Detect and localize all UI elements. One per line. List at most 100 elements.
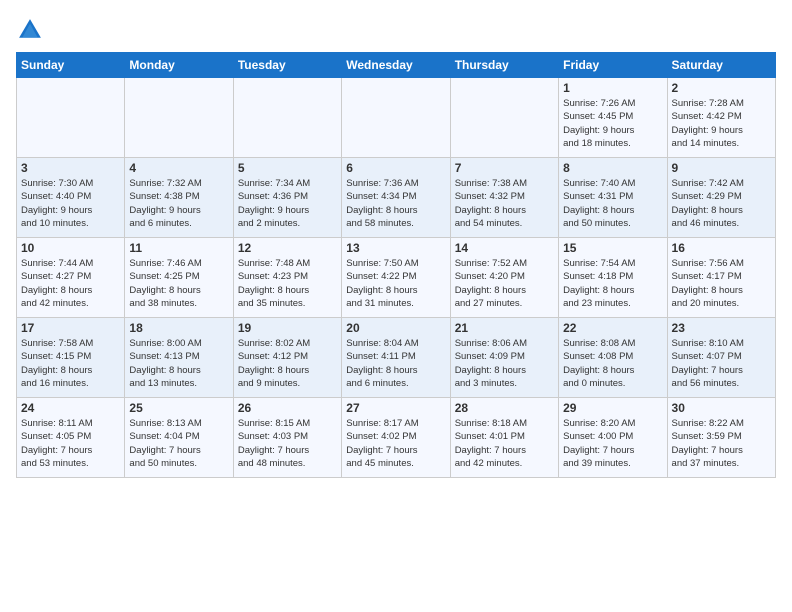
day-info: Sunrise: 7:40 AM Sunset: 4:31 PM Dayligh…: [563, 177, 662, 230]
day-number: 10: [21, 241, 120, 255]
weekday-header-row: SundayMondayTuesdayWednesdayThursdayFrid…: [17, 53, 776, 78]
day-number: 9: [672, 161, 771, 175]
day-info: Sunrise: 8:20 AM Sunset: 4:00 PM Dayligh…: [563, 417, 662, 470]
day-number: 23: [672, 321, 771, 335]
calendar-cell: 13 Sunrise: 7:50 AM Sunset: 4:22 PM Dayli…: [342, 238, 450, 318]
calendar-cell: 7 Sunrise: 7:38 AM Sunset: 4:32 PM Daylig…: [450, 158, 558, 238]
calendar-cell: 9 Sunrise: 7:42 AM Sunset: 4:29 PM Daylig…: [667, 158, 775, 238]
weekday-header: Monday: [125, 53, 233, 78]
calendar-cell: 2 Sunrise: 7:28 AM Sunset: 4:42 PM Daylig…: [667, 78, 775, 158]
day-info: Sunrise: 8:13 AM Sunset: 4:04 PM Dayligh…: [129, 417, 228, 470]
calendar-cell: [17, 78, 125, 158]
calendar-table: SundayMondayTuesdayWednesdayThursdayFrid…: [16, 52, 776, 478]
calendar-cell: 28 Sunrise: 8:18 AM Sunset: 4:01 PM Dayli…: [450, 398, 558, 478]
day-info: Sunrise: 7:46 AM Sunset: 4:25 PM Dayligh…: [129, 257, 228, 310]
day-info: Sunrise: 7:28 AM Sunset: 4:42 PM Dayligh…: [672, 97, 771, 150]
calendar-cell: 6 Sunrise: 7:36 AM Sunset: 4:34 PM Daylig…: [342, 158, 450, 238]
calendar-week-row: 1 Sunrise: 7:26 AM Sunset: 4:45 PM Daylig…: [17, 78, 776, 158]
weekday-header: Sunday: [17, 53, 125, 78]
day-number: 17: [21, 321, 120, 335]
day-number: 3: [21, 161, 120, 175]
day-number: 18: [129, 321, 228, 335]
day-info: Sunrise: 7:48 AM Sunset: 4:23 PM Dayligh…: [238, 257, 337, 310]
calendar-cell: 24Sunrise: 8:11 AM Sunset: 4:05 PM Dayli…: [17, 398, 125, 478]
day-info: Sunrise: 7:34 AM Sunset: 4:36 PM Dayligh…: [238, 177, 337, 230]
day-info: Sunrise: 8:08 AM Sunset: 4:08 PM Dayligh…: [563, 337, 662, 390]
calendar-cell: 1 Sunrise: 7:26 AM Sunset: 4:45 PM Daylig…: [559, 78, 667, 158]
calendar-cell: 23 Sunrise: 8:10 AM Sunset: 4:07 PM Dayli…: [667, 318, 775, 398]
day-number: 27: [346, 401, 445, 415]
day-number: 1: [563, 81, 662, 95]
day-number: 13: [346, 241, 445, 255]
day-info: Sunrise: 7:42 AM Sunset: 4:29 PM Dayligh…: [672, 177, 771, 230]
day-number: 12: [238, 241, 337, 255]
day-number: 16: [672, 241, 771, 255]
calendar-cell: 25 Sunrise: 8:13 AM Sunset: 4:04 PM Dayli…: [125, 398, 233, 478]
day-info: Sunrise: 8:04 AM Sunset: 4:11 PM Dayligh…: [346, 337, 445, 390]
calendar-cell: 11 Sunrise: 7:46 AM Sunset: 4:25 PM Dayli…: [125, 238, 233, 318]
calendar-cell: 5 Sunrise: 7:34 AM Sunset: 4:36 PM Daylig…: [233, 158, 341, 238]
logo-icon: [16, 16, 44, 44]
calendar-cell: 19Sunrise: 8:02 AM Sunset: 4:12 PM Dayli…: [233, 318, 341, 398]
calendar-week-row: 17 Sunrise: 7:58 AM Sunset: 4:15 PM Dayli…: [17, 318, 776, 398]
day-number: 11: [129, 241, 228, 255]
day-info: Sunrise: 8:02 AM Sunset: 4:12 PM Dayligh…: [238, 337, 337, 390]
day-number: 5: [238, 161, 337, 175]
day-number: 21: [455, 321, 554, 335]
calendar-cell: 16 Sunrise: 7:56 AM Sunset: 4:17 PM Dayli…: [667, 238, 775, 318]
day-info: Sunrise: 8:22 AM Sunset: 3:59 PM Dayligh…: [672, 417, 771, 470]
day-info: Sunrise: 7:50 AM Sunset: 4:22 PM Dayligh…: [346, 257, 445, 310]
day-number: 4: [129, 161, 228, 175]
day-info: Sunrise: 8:17 AM Sunset: 4:02 PM Dayligh…: [346, 417, 445, 470]
calendar-cell: [125, 78, 233, 158]
day-info: Sunrise: 7:36 AM Sunset: 4:34 PM Dayligh…: [346, 177, 445, 230]
day-info: Sunrise: 7:58 AM Sunset: 4:15 PM Dayligh…: [21, 337, 120, 390]
calendar-cell: 4Sunrise: 7:32 AM Sunset: 4:38 PM Daylig…: [125, 158, 233, 238]
day-info: Sunrise: 8:15 AM Sunset: 4:03 PM Dayligh…: [238, 417, 337, 470]
calendar-cell: 12 Sunrise: 7:48 AM Sunset: 4:23 PM Dayli…: [233, 238, 341, 318]
calendar-cell: 8 Sunrise: 7:40 AM Sunset: 4:31 PM Daylig…: [559, 158, 667, 238]
day-number: 26: [238, 401, 337, 415]
day-number: 2: [672, 81, 771, 95]
day-number: 22: [563, 321, 662, 335]
calendar-cell: [233, 78, 341, 158]
calendar-week-row: 10 Sunrise: 7:44 AM Sunset: 4:27 PM Dayli…: [17, 238, 776, 318]
day-info: Sunrise: 8:10 AM Sunset: 4:07 PM Dayligh…: [672, 337, 771, 390]
weekday-header: Tuesday: [233, 53, 341, 78]
calendar-cell: 21 Sunrise: 8:06 AM Sunset: 4:09 PM Dayli…: [450, 318, 558, 398]
day-info: Sunrise: 7:44 AM Sunset: 4:27 PM Dayligh…: [21, 257, 120, 310]
weekday-header: Friday: [559, 53, 667, 78]
day-number: 14: [455, 241, 554, 255]
day-info: Sunrise: 7:30 AM Sunset: 4:40 PM Dayligh…: [21, 177, 120, 230]
day-number: 8: [563, 161, 662, 175]
day-info: Sunrise: 8:06 AM Sunset: 4:09 PM Dayligh…: [455, 337, 554, 390]
day-info: Sunrise: 7:38 AM Sunset: 4:32 PM Dayligh…: [455, 177, 554, 230]
calendar-cell: 27 Sunrise: 8:17 AM Sunset: 4:02 PM Dayli…: [342, 398, 450, 478]
day-number: 7: [455, 161, 554, 175]
day-number: 15: [563, 241, 662, 255]
day-info: Sunrise: 7:52 AM Sunset: 4:20 PM Dayligh…: [455, 257, 554, 310]
weekday-header: Thursday: [450, 53, 558, 78]
weekday-header: Saturday: [667, 53, 775, 78]
day-info: Sunrise: 7:26 AM Sunset: 4:45 PM Dayligh…: [563, 97, 662, 150]
day-info: Sunrise: 7:56 AM Sunset: 4:17 PM Dayligh…: [672, 257, 771, 310]
calendar-week-row: 3 Sunrise: 7:30 AM Sunset: 4:40 PM Daylig…: [17, 158, 776, 238]
calendar-cell: 30 Sunrise: 8:22 AM Sunset: 3:59 PM Dayli…: [667, 398, 775, 478]
day-number: 29: [563, 401, 662, 415]
day-info: Sunrise: 8:18 AM Sunset: 4:01 PM Dayligh…: [455, 417, 554, 470]
calendar-cell: 3 Sunrise: 7:30 AM Sunset: 4:40 PM Daylig…: [17, 158, 125, 238]
calendar-cell: 18Sunrise: 8:00 AM Sunset: 4:13 PM Dayli…: [125, 318, 233, 398]
header: [16, 16, 776, 44]
calendar-cell: 10 Sunrise: 7:44 AM Sunset: 4:27 PM Dayli…: [17, 238, 125, 318]
day-number: 28: [455, 401, 554, 415]
day-number: 30: [672, 401, 771, 415]
calendar-cell: 15 Sunrise: 7:54 AM Sunset: 4:18 PM Dayli…: [559, 238, 667, 318]
calendar-cell: 29 Sunrise: 8:20 AM Sunset: 4:00 PM Dayli…: [559, 398, 667, 478]
day-info: Sunrise: 8:11 AM Sunset: 4:05 PM Dayligh…: [21, 417, 120, 470]
day-number: 6: [346, 161, 445, 175]
calendar-cell: [342, 78, 450, 158]
calendar-cell: 14 Sunrise: 7:52 AM Sunset: 4:20 PM Dayli…: [450, 238, 558, 318]
day-number: 25: [129, 401, 228, 415]
calendar-cell: [450, 78, 558, 158]
day-info: Sunrise: 7:54 AM Sunset: 4:18 PM Dayligh…: [563, 257, 662, 310]
